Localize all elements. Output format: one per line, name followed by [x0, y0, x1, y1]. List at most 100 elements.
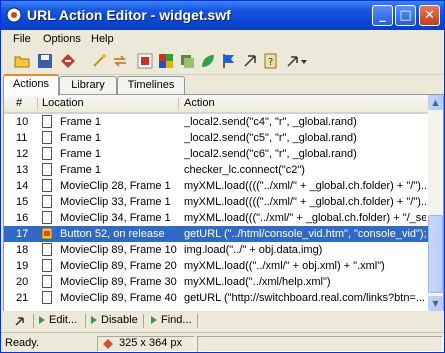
- table-row[interactable]: 16 MovieClip 34, Frame 1 myXML.load((("../…: [4, 210, 428, 226]
- app-window: URL Action Editor - widget.swf _ □ ✕ Fil…: [0, 0, 445, 353]
- toolbar-separator: [197, 314, 198, 328]
- status-bar: Ready. 325 x 364 px: [1, 332, 444, 352]
- table-row[interactable]: 20 MovieClip 89, Frame 30 myXML.load("../x…: [4, 274, 428, 290]
- table-row[interactable]: 11 Frame 1 _local2.send("c5", "r", _global…: [4, 130, 428, 146]
- toolbar: ?: [1, 50, 444, 75]
- table-row[interactable]: 10 Frame 1 _local2.send("c4", "r", _global…: [4, 114, 428, 130]
- settings-icon[interactable]: [137, 53, 153, 69]
- row-action: getURL ("http://switchboard.real.com/lin…: [184, 292, 426, 304]
- find-button[interactable]: Find...: [151, 314, 192, 326]
- row-location: MovieClip 89, Frame 30: [60, 276, 177, 288]
- frame-icon: [42, 179, 52, 192]
- row-location: MovieClip 89, Frame 40: [60, 292, 177, 304]
- row-location: MovieClip 89, Frame 10: [60, 244, 177, 256]
- disable-button[interactable]: Disable: [91, 314, 138, 326]
- tab-timelines[interactable]: Timelines: [117, 76, 185, 94]
- row-action: myXML.load((("../xml/" + _global.ch.fold…: [184, 212, 426, 224]
- header-num[interactable]: #: [16, 97, 22, 109]
- clear-icon[interactable]: [60, 53, 76, 69]
- row-location: Frame 1: [60, 116, 101, 128]
- status-size: 325 x 364 px: [119, 337, 182, 349]
- actions-table: # Location Action 10 Frame 1 _local2.send(…: [3, 94, 444, 312]
- row-location: Frame 1: [60, 164, 101, 176]
- row-location: Frame 1: [60, 148, 101, 160]
- row-number: 16: [16, 212, 29, 224]
- table-row[interactable]: 18 MovieClip 89, Frame 10 img.load("../" +…: [4, 242, 428, 258]
- row-number: 17: [16, 228, 29, 240]
- vertical-scrollbar[interactable]: ▲ ▼: [428, 95, 443, 311]
- row-number: 10: [16, 116, 29, 128]
- row-number: 14: [16, 180, 29, 192]
- edit-button[interactable]: Edit...: [39, 314, 77, 326]
- row-action: myXML.load("../xml/help.xml"): [184, 276, 331, 288]
- frame-icon: [42, 275, 52, 288]
- table-body: 10 Frame 1 _local2.send("c4", "r", _global…: [4, 114, 428, 311]
- scroll-thumb[interactable]: [428, 215, 443, 293]
- table-row[interactable]: 19 MovieClip 89, Frame 20 myXML.load(("../…: [4, 258, 428, 274]
- toolbar-separator: [143, 314, 144, 328]
- help-icon[interactable]: ?: [263, 53, 279, 69]
- frame-icon: [42, 243, 52, 256]
- menu-options[interactable]: Options: [43, 33, 81, 45]
- play-icon: [151, 316, 157, 325]
- svg-text:?: ?: [268, 57, 273, 68]
- header-divider[interactable]: [178, 98, 179, 110]
- tab-library[interactable]: Library: [59, 76, 117, 94]
- row-number: 13: [16, 164, 29, 176]
- window-title: URL Action Editor - widget.swf: [27, 7, 231, 23]
- row-action: _local2.send("c6", "r", _global.rand): [184, 148, 357, 160]
- menu-file[interactable]: File: [13, 33, 31, 45]
- row-number: 15: [16, 196, 29, 208]
- arrow-dropdown-icon[interactable]: [286, 53, 308, 69]
- table-row[interactable]: 15 MovieClip 33, Frame 1 myXML.load(((("..…: [4, 194, 428, 210]
- header-action[interactable]: Action: [184, 97, 215, 109]
- close-button[interactable]: ✕: [419, 5, 440, 26]
- status-field-empty: [197, 336, 443, 352]
- table-row[interactable]: 21 MovieClip 89, Frame 40 getURL ("http://…: [4, 290, 428, 306]
- row-number: 12: [16, 148, 29, 160]
- open-icon[interactable]: [14, 53, 30, 69]
- layers-icon[interactable]: [179, 53, 195, 69]
- table-row[interactable]: 13 Frame 1 checker_lc.connect("c2"): [4, 162, 428, 178]
- status-text: Ready.: [5, 337, 40, 349]
- swap-icon[interactable]: [112, 53, 128, 69]
- frame-icon: [42, 163, 52, 176]
- row-location: MovieClip 34, Frame 1: [60, 212, 171, 224]
- edit-label: Edit...: [49, 314, 78, 326]
- leaf-icon[interactable]: [200, 53, 216, 69]
- maximize-button[interactable]: □: [395, 5, 416, 26]
- cursor-icon[interactable]: [242, 53, 258, 69]
- row-location: MovieClip 28, Frame 1: [60, 180, 171, 192]
- row-number: 21: [16, 292, 29, 304]
- scroll-up-arrow-icon[interactable]: ▲: [428, 95, 443, 110]
- row-action: getURL ("../html/console_vid.htm", "cons…: [184, 228, 426, 240]
- size-diamond-icon: [103, 339, 113, 349]
- action-bar: Edit... Disable Find...: [1, 311, 444, 331]
- row-location: Frame 1: [60, 132, 101, 144]
- frame-icon: [42, 115, 52, 128]
- frame-icon: [42, 147, 52, 160]
- menu-help[interactable]: Help: [91, 33, 114, 45]
- header-location[interactable]: Location: [42, 97, 84, 109]
- save-icon[interactable]: [37, 53, 53, 69]
- toolbar-separator: [85, 314, 86, 328]
- tab-actions[interactable]: Actions: [3, 74, 59, 96]
- flag-icon[interactable]: [221, 53, 237, 69]
- table-row[interactable]: 17 Button 52, on release getURL ("../html/…: [4, 226, 428, 242]
- table-row[interactable]: 12 Frame 1 _local2.send("c6", "r", _global…: [4, 146, 428, 162]
- header-divider[interactable]: [37, 98, 38, 110]
- frame-icon: [42, 259, 52, 272]
- row-number: 20: [16, 276, 29, 288]
- wand-icon[interactable]: [91, 53, 107, 69]
- toolbar-separator: [33, 314, 34, 328]
- row-action: myXML.load(((("../xml/" + _global.ch.fol…: [184, 196, 426, 208]
- scroll-down-arrow-icon[interactable]: ▼: [428, 296, 443, 311]
- row-location: MovieClip 33, Frame 1: [60, 196, 171, 208]
- row-action: _local2.send("c4", "r", _global.rand): [184, 116, 357, 128]
- title-bar[interactable]: URL Action Editor - widget.swf _ □ ✕: [1, 1, 444, 30]
- row-action: myXML.load(("../xml/" + obj.xml) + ".xml…: [184, 260, 385, 272]
- pin-icon[interactable]: [13, 314, 27, 328]
- grid-icon[interactable]: [158, 53, 174, 69]
- table-row[interactable]: 14 MovieClip 28, Frame 1 myXML.load(((("..…: [4, 178, 428, 194]
- minimize-button[interactable]: _: [372, 5, 393, 26]
